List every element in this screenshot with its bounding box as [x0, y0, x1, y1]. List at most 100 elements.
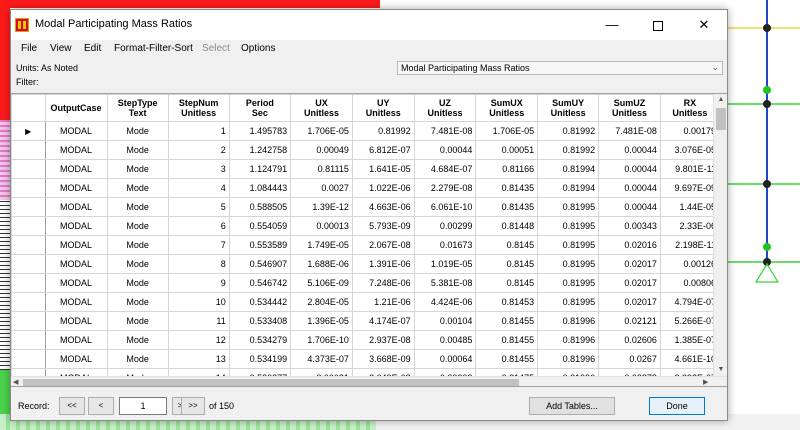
- table-cell[interactable]: 4.661E-10: [659, 349, 721, 369]
- table-cell[interactable]: 0.81996: [537, 311, 600, 331]
- table-cell[interactable]: 7: [167, 235, 230, 255]
- table-cell[interactable]: 0.00044: [413, 140, 477, 160]
- table-cell[interactable]: 2: [167, 140, 230, 160]
- scroll-up-icon[interactable]: ▲: [714, 94, 727, 106]
- table-row[interactable]: MODAL Mode 7 0.553589 1.749E-05 2.067E-08 0.01…: [11, 235, 727, 255]
- table-row[interactable]: MODAL Mode 3 1.124791 0.81115 1.641E-05 4.684E…: [11, 159, 727, 179]
- table-cell[interactable]: MODAL: [44, 178, 108, 198]
- table-cell[interactable]: Mode: [106, 254, 169, 274]
- table-cell[interactable]: MODAL: [44, 140, 108, 160]
- add-tables-button[interactable]: Add Tables...: [529, 397, 615, 415]
- table-cell[interactable]: 0.00051: [475, 140, 539, 160]
- scroll-left-icon[interactable]: ◀: [13, 377, 18, 386]
- table-cell[interactable]: 1.022E-06: [351, 178, 415, 198]
- table-cell[interactable]: 5.793E-09: [351, 216, 415, 236]
- table-cell[interactable]: 4.174E-07: [351, 311, 415, 331]
- table-cell[interactable]: 0.81435: [475, 178, 539, 198]
- table-cell[interactable]: 4: [167, 178, 230, 198]
- table-cell[interactable]: MODAL: [44, 235, 108, 255]
- table-cell[interactable]: Mode: [106, 349, 169, 369]
- column-header-stepnum[interactable]: StepNum Unitless: [167, 94, 230, 122]
- table-cell[interactable]: 1.706E-05: [475, 121, 539, 141]
- table-cell[interactable]: 1.242758: [228, 140, 292, 160]
- table-cell[interactable]: 4.684E-07: [413, 159, 477, 179]
- table-cell[interactable]: 3: [167, 159, 230, 179]
- column-header-sumuy[interactable]: SumUY Unitless: [537, 94, 600, 122]
- table-cell[interactable]: 9.801E-11: [659, 159, 721, 179]
- table-cell[interactable]: MODAL: [44, 216, 108, 236]
- table-cell[interactable]: 0.00064: [413, 349, 477, 369]
- table-cell[interactable]: 1.019E-05: [413, 254, 477, 274]
- table-row[interactable]: MODAL Mode 8 0.546907 1.688E-06 1.391E-06 1.01…: [11, 254, 727, 274]
- table-cell[interactable]: 0.534279: [228, 330, 292, 350]
- table-cell[interactable]: 2.198E-11: [659, 235, 721, 255]
- table-cell[interactable]: 0.81166: [475, 159, 539, 179]
- table-cell[interactable]: 6.812E-07: [351, 140, 415, 160]
- table-cell[interactable]: 0.02016: [598, 235, 661, 255]
- table-cell[interactable]: 0.546907: [228, 254, 292, 274]
- table-cell[interactable]: 0.81455: [475, 311, 539, 331]
- table-cell[interactable]: 6: [167, 216, 230, 236]
- table-cell[interactable]: 0.553589: [228, 235, 292, 255]
- table-cell[interactable]: 2.804E-05: [290, 292, 353, 312]
- table-cell[interactable]: 1.706E-05: [290, 121, 353, 141]
- table-cell[interactable]: 0.81435: [475, 197, 539, 217]
- table-cell[interactable]: 0.00126: [659, 254, 721, 274]
- table-row[interactable]: MODAL Mode 2 1.242758 0.00049 6.812E-07 0.0004…: [11, 140, 727, 160]
- table-cell[interactable]: 0.81448: [475, 216, 539, 236]
- table-cell[interactable]: 0.00806: [659, 273, 721, 293]
- table-cell[interactable]: 4.424E-06: [413, 292, 477, 312]
- table-cell[interactable]: 7.481E-08: [598, 121, 661, 141]
- table-cell[interactable]: 0.81992: [351, 121, 415, 141]
- table-cell[interactable]: 5.266E-07: [659, 311, 721, 331]
- table-cell[interactable]: 2.067E-08: [351, 235, 415, 255]
- table-cell[interactable]: Mode: [106, 216, 169, 236]
- table-cell[interactable]: MODAL: [44, 273, 108, 293]
- scroll-right-icon[interactable]: ▶: [703, 377, 708, 386]
- table-cell[interactable]: 0.8145: [475, 235, 539, 255]
- row-header[interactable]: [11, 311, 46, 331]
- table-cell[interactable]: 11: [167, 311, 230, 331]
- table-cell[interactable]: 0.02017: [598, 292, 661, 312]
- table-cell[interactable]: 0.0267: [598, 349, 661, 369]
- table-cell[interactable]: 1.124791: [228, 159, 292, 179]
- row-header[interactable]: [11, 330, 46, 350]
- menu-select[interactable]: Select: [202, 43, 230, 54]
- table-cell[interactable]: 0.00179: [659, 121, 721, 141]
- row-header[interactable]: [11, 159, 46, 179]
- table-cell[interactable]: 1.688E-06: [290, 254, 353, 274]
- table-row[interactable]: MODAL Mode 4 1.084443 0.0027 1.022E-06 2.279E-…: [11, 178, 727, 198]
- table-cell[interactable]: 0.02017: [598, 254, 661, 274]
- menu-file[interactable]: File: [21, 43, 37, 54]
- table-cell[interactable]: 0.02121: [598, 311, 661, 331]
- table-cell[interactable]: 5.106E-09: [290, 273, 353, 293]
- row-header[interactable]: [11, 140, 46, 160]
- table-cell[interactable]: 7.248E-06: [351, 273, 415, 293]
- table-row[interactable]: MODAL Mode 11 0.533408 1.396E-05 4.174E-07 0.0…: [11, 311, 727, 331]
- record-number-input[interactable]: 1: [119, 397, 167, 415]
- table-cell[interactable]: 8: [167, 254, 230, 274]
- table-cell[interactable]: 0.00343: [598, 216, 661, 236]
- close-button[interactable]: ✕: [681, 10, 727, 40]
- row-header[interactable]: [11, 292, 46, 312]
- table-cell[interactable]: 0.01673: [413, 235, 477, 255]
- table-cell[interactable]: 3.076E-05: [659, 140, 721, 160]
- table-cell[interactable]: 9: [167, 273, 230, 293]
- column-header-sumux[interactable]: SumUX Unitless: [475, 94, 539, 122]
- table-cell[interactable]: 4.373E-07: [290, 349, 353, 369]
- column-header-uy[interactable]: UY Unitless: [351, 94, 415, 122]
- table-cell[interactable]: 3.668E-09: [351, 349, 415, 369]
- table-cell[interactable]: 0.00299: [413, 216, 477, 236]
- table-cell[interactable]: 1.21E-06: [351, 292, 415, 312]
- title-bar[interactable]: Modal Participating Mass Ratios — ✕: [11, 10, 727, 40]
- table-cell[interactable]: 0.533408: [228, 311, 292, 331]
- table-cell[interactable]: 0.81994: [537, 159, 600, 179]
- column-header-rx[interactable]: RX Unitless: [659, 94, 721, 122]
- table-cell[interactable]: MODAL: [44, 311, 108, 331]
- table-cell[interactable]: 1.396E-05: [290, 311, 353, 331]
- table-cell[interactable]: 0.81115: [290, 159, 353, 179]
- table-cell[interactable]: 0.81455: [475, 330, 539, 350]
- row-header[interactable]: [11, 197, 46, 217]
- table-cell[interactable]: 0.81994: [537, 178, 600, 198]
- column-header-sumuz[interactable]: SumUZ Unitless: [598, 94, 661, 122]
